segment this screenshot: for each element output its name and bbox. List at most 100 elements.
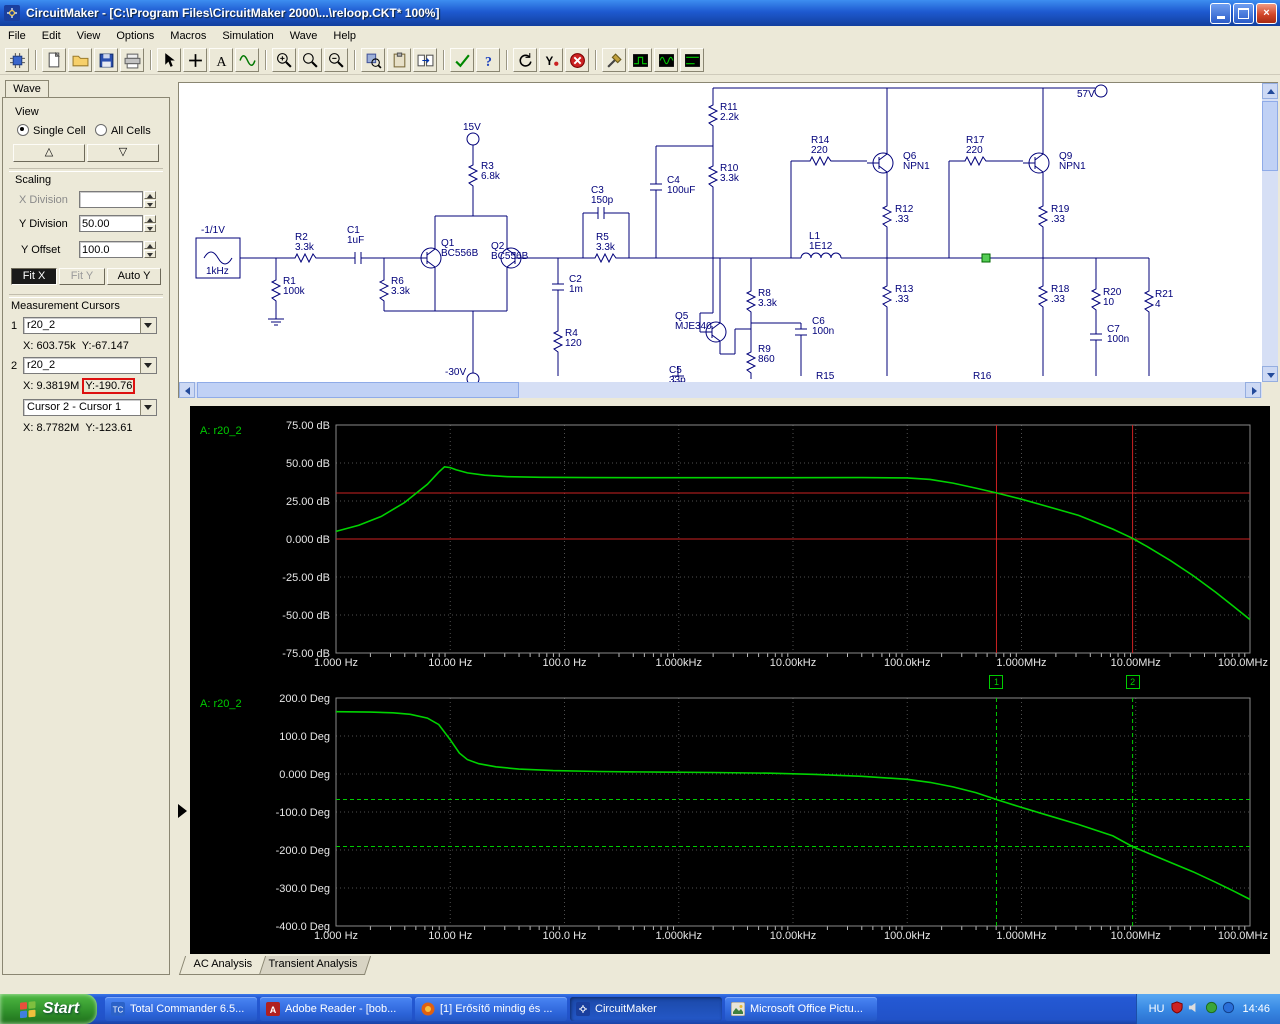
board-view-icon[interactable] (5, 48, 29, 72)
y-division-input[interactable] (79, 215, 143, 232)
component-R18[interactable]: R18.33 (1037, 281, 1070, 313)
save-file-icon[interactable] (94, 48, 118, 72)
part-search-icon[interactable] (361, 48, 385, 72)
panel-splitter-arrow[interactable] (178, 804, 187, 818)
start-button[interactable]: Start (0, 994, 97, 1024)
scroll-up-icon[interactable] (1262, 83, 1278, 99)
cursor1-signal-select[interactable]: r20_2 (23, 317, 157, 334)
node-probe-marker[interactable] (981, 253, 991, 263)
component-R11[interactable]: R112.2k (707, 100, 740, 132)
language-indicator[interactable]: HU (1149, 1003, 1165, 1015)
chevron-down-icon[interactable] (140, 358, 156, 373)
taskbar-task-firefox[interactable]: [1] Erősítő mindig és ... (415, 997, 567, 1021)
security-alert-icon[interactable] (1171, 1001, 1184, 1017)
waveform-tool-icon[interactable] (235, 48, 259, 72)
component-R21[interactable]: R214 (1143, 286, 1174, 318)
component-R6[interactable]: R63.3k (378, 275, 411, 307)
component-R19[interactable]: R19.33 (1037, 201, 1070, 233)
component-Q6[interactable]: Q6NPN1 (867, 147, 930, 179)
component-R20[interactable]: R2010 (1090, 284, 1122, 316)
menu-view[interactable]: View (69, 28, 109, 44)
chevron-down-icon[interactable] (140, 400, 156, 415)
vscroll-thumb[interactable] (1262, 101, 1278, 171)
component-R3[interactable]: R36.8k (467, 160, 501, 192)
x-division-input[interactable] (79, 191, 143, 208)
component-R14[interactable]: R14220 (805, 135, 837, 167)
scope-window-icon[interactable] (654, 48, 678, 72)
component-R5[interactable]: R53.3k (590, 232, 622, 264)
component-R10[interactable]: R103.3k (707, 161, 740, 193)
component-R9[interactable]: R9860 (745, 344, 775, 379)
schematic-hscrollbar[interactable] (179, 382, 1262, 398)
radio-all-cells[interactable]: All Cells (95, 124, 151, 137)
cursor-marker-2[interactable]: 2 (1125, 675, 1140, 689)
cursor-diff-select[interactable]: Cursor 2 - Cursor 1 (23, 399, 157, 416)
component-R8[interactable]: R83.3k (745, 286, 778, 318)
component-C5[interactable]: C533p (669, 365, 686, 386)
schematic-drawing[interactable]: 1kHz-1/1VR1100kR23.3kC11uF15VR36.8kQ1BC5… (179, 83, 1262, 386)
paste-icon[interactable] (387, 48, 411, 72)
y-offset-spinner[interactable] (144, 241, 156, 258)
menu-edit[interactable]: Edit (34, 28, 69, 44)
scroll-left-icon[interactable] (179, 382, 195, 398)
step-simulation-icon[interactable]: Y (539, 48, 563, 72)
taskbar-task-totalcmd[interactable]: TC Total Commander 6.5... (105, 997, 257, 1021)
volume-icon[interactable] (1188, 1001, 1201, 1017)
clock[interactable]: 14:46 (1242, 1003, 1270, 1015)
trace-window-icon[interactable] (628, 48, 652, 72)
component-R4[interactable]: R4120 (552, 326, 582, 358)
arrow-tool-icon[interactable] (157, 48, 181, 72)
hscroll-thumb[interactable] (197, 382, 519, 398)
menu-macros[interactable]: Macros (162, 28, 214, 44)
component-Q1[interactable]: Q1BC556B (415, 238, 479, 274)
schematic-canvas[interactable]: 1kHz -1/1V R1 100k R2 3.3k C1 1uF 15V R3 6.8k Q1 BC5… (178, 82, 1279, 399)
component-11V[interactable]: 1kHz -1/1V (195, 225, 241, 279)
y-division-spinner[interactable] (144, 215, 156, 232)
radio-single-cell[interactable]: Single Cell (17, 124, 86, 137)
component-R2[interactable]: R23.3k (290, 232, 322, 264)
component-C2[interactable]: C21m (552, 274, 583, 295)
scroll-right-icon[interactable] (1245, 382, 1261, 398)
split-view-icon[interactable] (413, 48, 437, 72)
taskbar-task-circuitmaker[interactable]: CircuitMaker (570, 997, 722, 1021)
scroll-down-icon[interactable] (1262, 366, 1278, 382)
taskbar-task-picture[interactable]: Microsoft Office Pictu... (725, 997, 877, 1021)
tab-ac-analysis[interactable]: AC Analysis (178, 956, 266, 975)
chevron-down-icon[interactable] (140, 318, 156, 333)
fit-x-button[interactable]: Fit X (11, 268, 57, 285)
component-Q9[interactable]: Q9NPN1 (1023, 147, 1086, 179)
menu-options[interactable]: Options (108, 28, 162, 44)
cell-down-button[interactable]: ▽ (87, 144, 159, 162)
component-30V[interactable]: -30V (445, 367, 480, 386)
zoom-in-icon[interactable] (272, 48, 296, 72)
component-C4[interactable]: C4100uF (650, 175, 695, 196)
new-file-icon[interactable] (42, 48, 66, 72)
menu-help[interactable]: Help (325, 28, 364, 44)
menu-file[interactable]: File (0, 28, 34, 44)
help-icon[interactable]: ? (476, 48, 500, 72)
component-C3[interactable]: C3150p (591, 185, 614, 219)
zoom-out-icon[interactable] (324, 48, 348, 72)
stop-simulation-icon[interactable] (565, 48, 589, 72)
auto-y-button[interactable]: Auto Y (107, 268, 161, 285)
open-file-icon[interactable] (68, 48, 92, 72)
cursor-marker-1[interactable]: 1 (989, 675, 1004, 689)
zoom-tool-icon[interactable] (298, 48, 322, 72)
component-R15[interactable]: R15 (816, 371, 835, 382)
component-R13[interactable]: R13.33 (881, 281, 914, 313)
cell-up-button[interactable]: △ (13, 144, 85, 162)
maximize-button[interactable] (1233, 2, 1254, 24)
component-Q2[interactable]: Q2BC556B (491, 241, 529, 274)
tab-transient-analysis[interactable]: Transient Analysis (253, 956, 371, 975)
text-tool-icon[interactable]: A (209, 48, 233, 72)
y-offset-input[interactable] (79, 241, 143, 258)
taskbar-task-adobe[interactable]: A Adobe Reader - [bob... (260, 997, 412, 1021)
reset-simulation-icon[interactable] (513, 48, 537, 72)
rules-check-icon[interactable] (450, 48, 474, 72)
component-R12[interactable]: R12.33 (881, 201, 914, 233)
print-icon[interactable] (120, 48, 144, 72)
menu-simulation[interactable]: Simulation (214, 28, 281, 44)
x-division-spinner[interactable] (144, 191, 156, 208)
probe-tool-icon[interactable] (602, 48, 626, 72)
cursor2-signal-select[interactable]: r20_2 (23, 357, 157, 374)
